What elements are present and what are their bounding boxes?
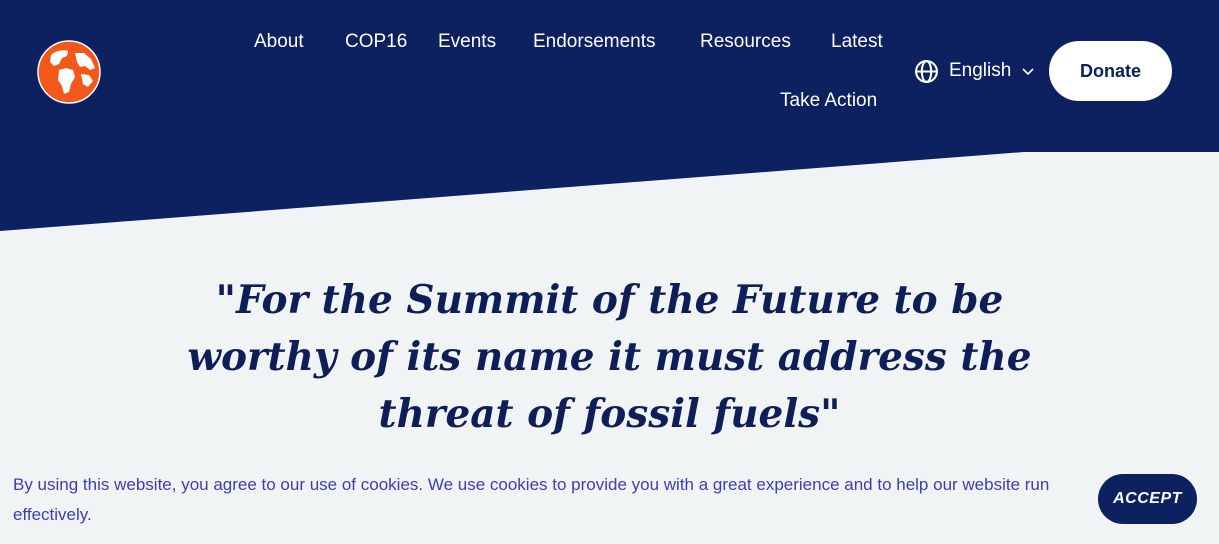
- nav-cop16[interactable]: COP16: [345, 30, 407, 54]
- nav-events[interactable]: Events: [438, 30, 496, 54]
- cookie-banner-text: By using this website, you agree to our …: [13, 475, 1050, 524]
- globe-icon: [915, 59, 938, 83]
- nav-endorsements[interactable]: Endorsements: [533, 30, 656, 54]
- donate-button[interactable]: Donate: [1049, 41, 1172, 101]
- nav-latest[interactable]: Latest: [831, 30, 883, 54]
- nav-about[interactable]: About: [254, 30, 304, 54]
- chevron-down-icon: [1022, 68, 1034, 76]
- hero-quote: "For the Summit of the Future to be wort…: [187, 277, 1032, 437]
- nav-resources[interactable]: Resources: [700, 30, 791, 54]
- nav-take-action[interactable]: Take Action: [780, 89, 877, 113]
- language-label: English: [949, 60, 1012, 81]
- accept-cookies-button[interactable]: ACCEPT: [1098, 474, 1197, 524]
- earth-globe-icon[interactable]: [37, 40, 101, 104]
- language-selector[interactable]: English: [914, 57, 1035, 85]
